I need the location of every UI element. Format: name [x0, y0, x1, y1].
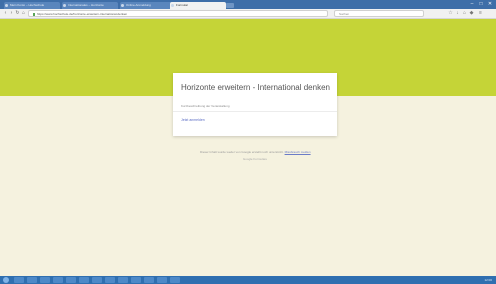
taskbar-app-icon[interactable]	[79, 277, 89, 283]
footer-brand: Google Formulare	[242, 157, 268, 161]
favicon-icon	[121, 4, 124, 7]
search-input[interactable]: Suchen	[334, 10, 424, 17]
address-bar[interactable]: https://www.hochschule.de/horizonte-erwe…	[28, 10, 328, 17]
taskbar-app-icon[interactable]	[66, 277, 76, 283]
divider	[173, 111, 337, 112]
back-icon[interactable]: ‹	[3, 11, 8, 16]
tab-label: Online-Anmeldung	[126, 3, 151, 7]
taskbar-app-icon[interactable]	[40, 277, 50, 283]
browser-tab[interactable]: Mein Konto – Hochschule	[4, 2, 60, 9]
reload-icon[interactable]: ↻	[15, 11, 20, 16]
forward-icon[interactable]: ›	[9, 11, 14, 16]
form-subtitle: Kurzbeschreibung der Veranstaltung	[181, 104, 230, 108]
home-icon[interactable]: ⌂	[21, 11, 26, 16]
taskbar-app-icon[interactable]	[92, 277, 102, 283]
footer-text: Dieser Inhalt wurde weder von Google ers…	[200, 150, 284, 154]
home-toolbar-icon[interactable]: ⌂	[462, 11, 467, 16]
report-abuse-link[interactable]: Missbrauch melden	[285, 150, 311, 154]
browser-tab-bar: Mein Konto – Hochschule Internationales …	[0, 0, 496, 9]
taskbar-app-icon[interactable]	[105, 277, 115, 283]
browser-tab[interactable]: Internationales – Horizonte	[62, 2, 118, 9]
taskbar-app-icon[interactable]	[53, 277, 63, 283]
taskbar-app-icon[interactable]	[157, 277, 167, 283]
download-icon[interactable]: ↓	[455, 11, 460, 16]
minimize-button[interactable]: –	[468, 1, 476, 7]
taskbar-app-icon[interactable]	[14, 277, 24, 283]
start-button-icon[interactable]	[3, 277, 9, 283]
taskbar-app-icon[interactable]	[131, 277, 141, 283]
taskbar-app-icon[interactable]	[170, 277, 180, 283]
browser-tab-active[interactable]: Formular	[170, 2, 226, 9]
favicon-icon	[5, 4, 8, 7]
taskbar: 12:00	[0, 276, 496, 284]
taskbar-app-icon[interactable]	[144, 277, 154, 283]
search-placeholder: Suchen	[339, 12, 350, 16]
favicon-icon	[63, 4, 66, 7]
favicon-icon	[171, 4, 174, 7]
shield-icon[interactable]: ◆	[469, 11, 474, 16]
tab-label: Mein Konto – Hochschule	[10, 3, 45, 7]
form-link[interactable]: Jetzt anmelden	[181, 118, 205, 122]
close-window-button[interactable]: ✕	[486, 1, 494, 7]
clock: 12:00	[484, 278, 492, 282]
maximize-button[interactable]: □	[477, 1, 485, 7]
browser-toolbar: ‹ › ↻ ⌂ https://www.hochschule.de/horizo…	[0, 9, 496, 19]
tab-label: Internationales – Horizonte	[68, 3, 104, 7]
form-title: Horizonte erweitern - International denk…	[181, 83, 330, 92]
footer-disclaimer: Dieser Inhalt wurde weder von Google ers…	[200, 150, 311, 154]
tab-label: Formular	[176, 3, 189, 7]
taskbar-app-icon[interactable]	[118, 277, 128, 283]
star-icon[interactable]: ☆	[448, 11, 453, 16]
address-text: https://www.hochschule.de/horizonte-erwe…	[37, 12, 128, 16]
taskbar-app-icon[interactable]	[27, 277, 37, 283]
new-tab-button[interactable]	[226, 3, 234, 8]
browser-tab[interactable]: Online-Anmeldung	[120, 2, 176, 9]
menu-icon[interactable]: ≡	[478, 11, 483, 16]
lock-icon	[33, 12, 35, 16]
form-card: Horizonte erweitern - International denk…	[173, 73, 337, 136]
